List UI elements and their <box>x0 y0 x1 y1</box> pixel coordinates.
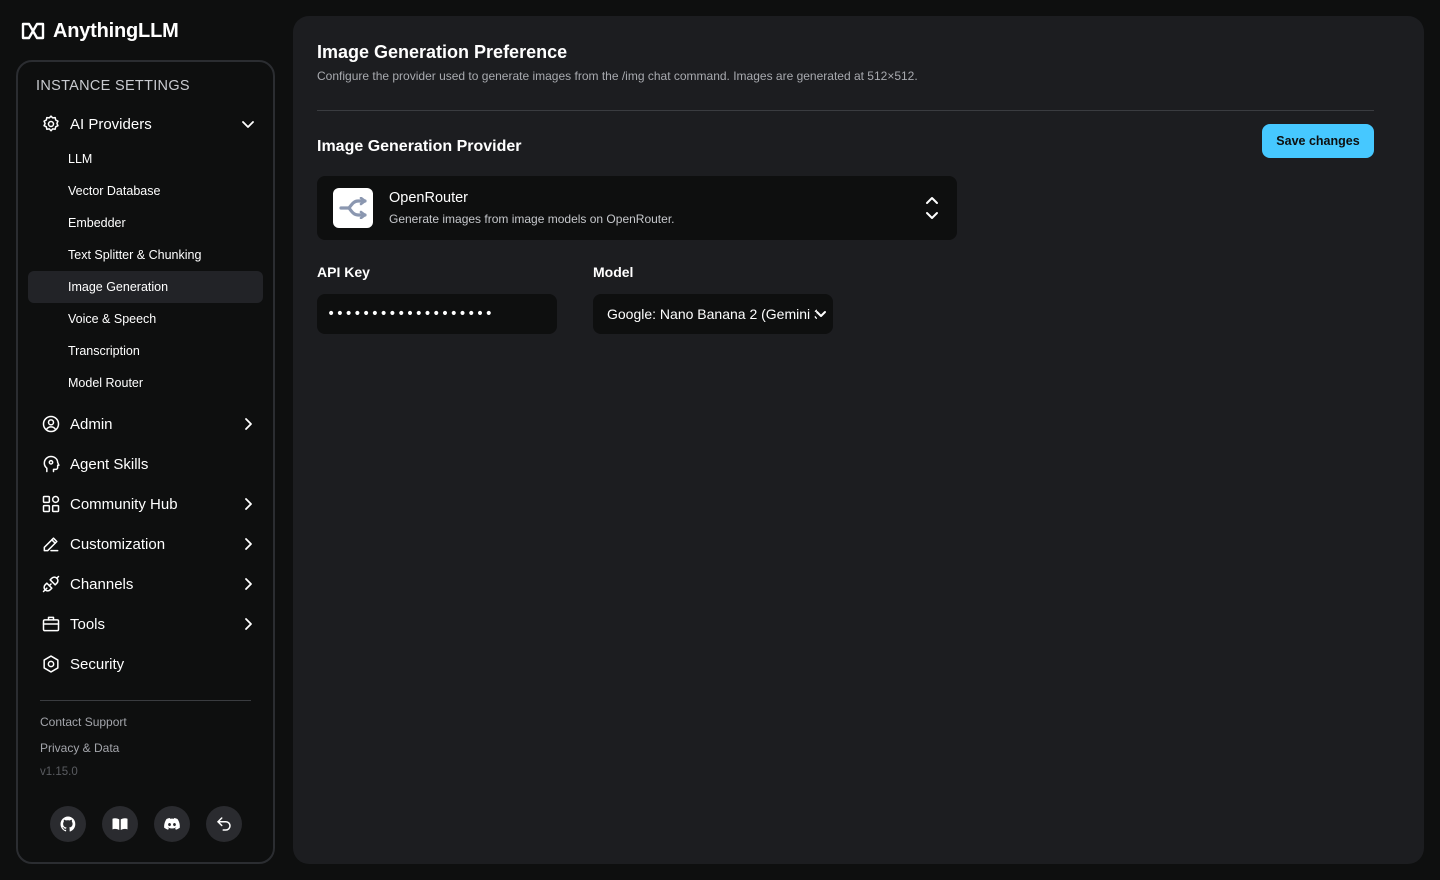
provider-selector[interactable]: OpenRouter Generate images from image mo… <box>317 176 957 240</box>
toolbox-icon <box>40 613 62 635</box>
sidebar-group-admin[interactable]: Admin <box>28 406 265 442</box>
sidebar-group-community-hub[interactable]: Community Hub <box>28 486 265 522</box>
sidebar-group-channels[interactable]: Channels <box>28 566 265 602</box>
footer-icon-row <box>50 806 242 842</box>
page-title: Image Generation Preference <box>317 42 568 62</box>
plug-icon <box>40 573 62 595</box>
app-name: AnythingLLM <box>53 19 179 42</box>
sidebar-group-label: Admin <box>70 415 113 433</box>
provider-section-heading: Image Generation Provider <box>317 138 522 155</box>
save-changes-button[interactable]: Save changes <box>1262 124 1374 158</box>
sidebar-group-security[interactable]: Security <box>28 646 265 682</box>
chevron-up-down-icon <box>926 197 938 219</box>
shield-gear-icon <box>40 653 62 675</box>
api-key-label: API Key <box>317 264 370 280</box>
sidebar-group-tools[interactable]: Tools <box>28 606 265 642</box>
sidebar-item-vector-database[interactable]: Vector Database <box>28 175 263 207</box>
github-icon <box>60 816 76 832</box>
user-gear-icon <box>40 413 62 435</box>
privacy-data-link[interactable]: Privacy & Data <box>40 741 119 755</box>
agent-head-icon <box>40 453 62 475</box>
header-divider <box>317 110 1374 111</box>
sidebar-section-title: INSTANCE SETTINGS <box>36 78 190 94</box>
model-select[interactable]: Google: Nano Banana 2 (Gemini 3.1 Flash … <box>593 294 833 334</box>
back-button[interactable] <box>206 806 242 842</box>
main-panel: Image Generation Preference Configure th… <box>293 16 1424 864</box>
anythingllm-logo-icon <box>21 22 45 40</box>
sidebar-group-label: Channels <box>70 575 134 593</box>
sidebar-item-llm[interactable]: LLM <box>28 143 263 175</box>
discord-button[interactable] <box>154 806 190 842</box>
github-button[interactable] <box>50 806 86 842</box>
chevron-right-icon <box>245 538 252 550</box>
sidebar-item-image-generation[interactable]: Image Generation <box>28 271 263 303</box>
model-select-value: Google: Nano Banana 2 (Gemini 3.1 Flash … <box>607 306 817 322</box>
sidebar-group-ai-providers[interactable]: AI Providers <box>28 106 265 142</box>
chevron-right-icon <box>245 618 252 630</box>
gear-icon <box>40 113 62 135</box>
model-label: Model <box>593 264 634 280</box>
pencil-icon <box>40 533 62 555</box>
sidebar-item-model-router[interactable]: Model Router <box>28 367 263 399</box>
openrouter-logo-icon <box>333 188 373 228</box>
sidebar-group-label: AI Providers <box>70 115 152 133</box>
grid-icon <box>40 493 62 515</box>
sidebar-divider <box>40 700 251 701</box>
chevron-right-icon <box>245 418 252 430</box>
discord-icon <box>164 818 180 830</box>
chevron-down-icon <box>242 121 254 128</box>
sidebar-item-embedder[interactable]: Embedder <box>28 207 263 239</box>
sidebar-group-label: Agent Skills <box>70 455 149 473</box>
sidebar-group-agent-skills[interactable]: Agent Skills <box>28 446 265 482</box>
settings-sidebar: INSTANCE SETTINGS AI Providers LLM Vecto… <box>16 60 275 864</box>
provider-description: Generate images from image models on Ope… <box>389 212 675 226</box>
provider-name: OpenRouter <box>389 190 468 206</box>
sidebar-item-text-splitter[interactable]: Text Splitter & Chunking <box>28 239 263 271</box>
back-arrow-icon <box>217 817 231 831</box>
sidebar-item-transcription[interactable]: Transcription <box>28 335 263 367</box>
docs-button[interactable] <box>102 806 138 842</box>
sidebar-group-label: Community Hub <box>70 495 178 513</box>
chevron-right-icon <box>245 498 252 510</box>
sidebar-item-voice-speech[interactable]: Voice & Speech <box>28 303 263 335</box>
docs-book-icon <box>112 818 128 830</box>
chevron-down-icon <box>816 311 826 317</box>
api-key-input[interactable] <box>317 294 557 334</box>
contact-support-link[interactable]: Contact Support <box>40 715 127 729</box>
page-description: Configure the provider used to generate … <box>317 69 918 83</box>
chevron-right-icon <box>245 578 252 590</box>
app-logo: AnythingLLM <box>21 19 179 43</box>
version-label: v1.15.0 <box>40 766 78 778</box>
sidebar-group-customization[interactable]: Customization <box>28 526 265 562</box>
sidebar-group-label: Tools <box>70 615 106 633</box>
sidebar-group-label: Customization <box>70 535 166 553</box>
sidebar-group-label: Security <box>70 655 125 673</box>
